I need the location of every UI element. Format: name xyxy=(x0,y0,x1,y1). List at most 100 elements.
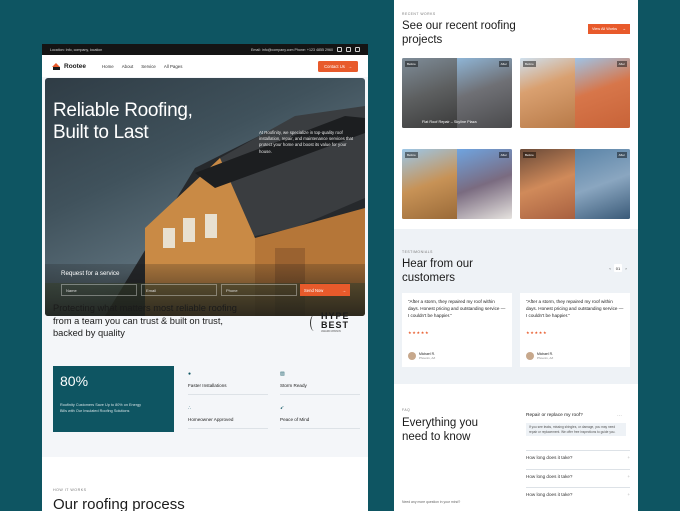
project-caption: Flat Roof Repair – Skyline Plaza xyxy=(422,120,477,124)
laurel-icon xyxy=(310,314,318,331)
feature-label: Peace of Mind xyxy=(280,417,310,422)
projects-title: See our recent roofing projects xyxy=(402,20,516,46)
arrow-right-icon: → xyxy=(341,287,346,293)
before-photo xyxy=(402,58,457,128)
savings-stat-card: 80% Roofinity Customers Save Up to 80% o… xyxy=(53,366,174,432)
hero-banner: Reliable Roofing, Built to Last At Roofi… xyxy=(45,78,365,316)
star-rating: ★★★★★ xyxy=(408,330,430,336)
hero-title-line-2: Built to Last xyxy=(53,122,149,143)
brand-logo[interactable]: Rootee xyxy=(52,62,102,70)
testimonial-card: “After a storm, they repaired my roof wi… xyxy=(402,293,512,367)
view-all-label: View All Works xyxy=(592,27,617,31)
project-card[interactable]: Before After xyxy=(402,149,512,219)
after-tag: After xyxy=(616,61,627,67)
testimonial-author: Michael R. Phoenix, AZ xyxy=(408,352,435,360)
contact-text: Email: info@company.com Phone: +123 4855… xyxy=(251,47,333,52)
location-text: Location: Info, company, location xyxy=(50,47,103,52)
nav-about[interactable]: About xyxy=(122,64,133,69)
nav-home[interactable]: Home xyxy=(102,64,114,69)
chevron-right-icon[interactable]: › xyxy=(622,264,630,272)
faq-item[interactable]: How long does it take? + xyxy=(526,469,630,483)
projects-label: RECENT WORKS xyxy=(402,12,436,16)
after-photo xyxy=(575,149,630,219)
testimonials-title: Hear from our customers xyxy=(402,258,473,284)
send-now-button[interactable]: Send Now → xyxy=(300,284,350,296)
author-location: Phoenix, AZ xyxy=(537,356,554,360)
award-word-2: BEST xyxy=(321,320,350,330)
testimonial-quote: “After a storm, they repaired my roof wi… xyxy=(526,299,624,318)
feature-peace-of-mind: ➹ Peace of Mind xyxy=(280,406,360,429)
after-tag: After xyxy=(616,152,627,158)
before-tag: Before xyxy=(523,61,536,67)
testimonials-label: TESTIMONIALS xyxy=(402,250,433,254)
faq-question: How long does it take? xyxy=(526,455,573,460)
after-photo xyxy=(457,58,512,128)
avatar xyxy=(408,352,416,360)
before-tag: Before xyxy=(405,61,418,67)
contact-us-label: Contact Us xyxy=(324,63,345,69)
feature-faster-installations: ● Faster Installations xyxy=(188,372,268,395)
after-tag: After xyxy=(498,61,509,67)
more-icon: ⋯ xyxy=(617,413,622,419)
nav-all-pages[interactable]: All Pages xyxy=(164,64,183,69)
contact-us-button[interactable]: Contact Us → xyxy=(318,60,358,72)
feature-label: Faster Installations xyxy=(188,383,227,388)
hero-title-line-1: Reliable Roofing, xyxy=(53,100,193,121)
circle-icon: ● xyxy=(188,371,192,377)
project-card[interactable]: Before After xyxy=(520,149,630,219)
plus-icon: + xyxy=(627,474,630,479)
before-tag: Before xyxy=(405,152,418,158)
feature-homeowner-approved: ∴ Homeowner Approved xyxy=(188,406,268,429)
dots-icon: ∴ xyxy=(188,405,192,411)
instagram-icon[interactable] xyxy=(346,47,351,52)
feature-label: Storm Ready xyxy=(280,383,307,388)
before-photo xyxy=(520,58,575,128)
arrow-right-icon: → xyxy=(622,27,626,31)
award-badge: HYPE BEST AWARD WINNIN xyxy=(310,312,350,333)
project-card[interactable]: Before After xyxy=(520,58,630,128)
faq-answer: If you see leaks, missing shingles, or d… xyxy=(526,423,626,437)
plus-icon: + xyxy=(627,492,630,497)
page-indicator: 01 xyxy=(614,264,622,272)
faq-title: Everything you need to know xyxy=(402,417,479,443)
how-it-works-title: Our roofing process xyxy=(53,496,185,511)
protect-statement: Protecting what matters most reliable ro… xyxy=(53,303,237,338)
after-tag: After xyxy=(498,152,509,158)
testimonial-card: “After a storm, they repaired my roof wi… xyxy=(520,293,630,367)
after-photo xyxy=(457,149,512,219)
projects-preview: RECENT WORKS See our recent roofing proj… xyxy=(394,0,638,511)
how-it-works-label: HOW IT WORKS xyxy=(53,488,87,492)
hero-description: At Roofinity, we specialize in top-quali… xyxy=(259,130,354,154)
hero-title: Reliable Roofing, Built to Last xyxy=(53,100,193,144)
chevron-left-icon[interactable]: ‹ xyxy=(606,264,614,272)
feature-storm-ready: ▨ Storm Ready xyxy=(280,372,360,395)
faq-item[interactable]: How long does it take? + xyxy=(526,487,630,501)
bird-icon: ➹ xyxy=(280,405,285,411)
project-card[interactable]: Before After Flat Roof Repair – Skyline … xyxy=(402,58,512,128)
facebook-icon[interactable] xyxy=(337,47,342,52)
feature-label: Homeowner Approved xyxy=(188,417,234,422)
name-input[interactable]: Name xyxy=(61,284,137,296)
nav-links: Home About Service All Pages xyxy=(102,64,318,69)
linkedin-icon[interactable] xyxy=(355,47,360,52)
stat-description: Roofinity Customers Save Up to 80% on En… xyxy=(60,403,142,413)
send-now-label: Send Now xyxy=(304,287,324,293)
view-all-works-button[interactable]: View All Works → xyxy=(588,24,630,34)
arrow-right-icon: → xyxy=(347,63,352,69)
faq-footer: Need any more question in your mind? xyxy=(402,500,461,504)
top-info-bar: Location: Info, company, location Email:… xyxy=(42,44,368,55)
stat-number: 80% xyxy=(60,373,89,389)
faq-item[interactable]: How long does it take? + xyxy=(526,450,630,464)
faq-question: How long does it take? xyxy=(526,474,573,479)
stripes-icon: ▨ xyxy=(280,371,285,377)
email-input[interactable]: Email xyxy=(141,284,217,296)
faq-question: Repair or replace my roof? xyxy=(526,413,583,418)
phone-input[interactable]: Phone xyxy=(221,284,297,296)
nav-service[interactable]: Service xyxy=(141,64,156,69)
faq-item-open[interactable]: Repair or replace my roof? ⋯ If you see … xyxy=(518,410,630,444)
faq-question: How long does it take? xyxy=(526,492,573,497)
request-title: Request for a service xyxy=(61,270,120,277)
faq-label: FAQ xyxy=(402,408,411,412)
plus-icon: + xyxy=(627,455,630,460)
author-location: Phoenix, AZ xyxy=(419,356,436,360)
